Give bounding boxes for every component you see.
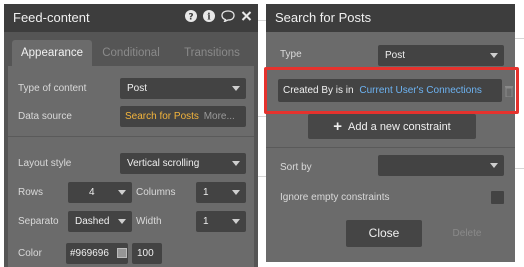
search-editor-panel: Search for Posts Type Post Created By is… [266, 4, 515, 262]
columns-dropdown[interactable]: 1 [196, 182, 246, 203]
tab-conditional[interactable]: Conditional [92, 40, 170, 66]
separator-value: Dashed [75, 216, 110, 227]
highlight-box [264, 67, 519, 114]
panel-title: Feed-content [13, 10, 90, 25]
rows-value: 4 [89, 187, 95, 198]
property-editor-panel: Feed-content ? i Appearance Conditional … [4, 4, 258, 267]
separator-dropdown[interactable]: Dashed [68, 211, 132, 232]
data-source-value: Search for Posts [125, 111, 199, 122]
chevron-down-icon [232, 161, 240, 166]
type-of-content-label: Type of content [18, 83, 87, 94]
comment-icon[interactable] [221, 10, 235, 22]
type-of-content-value: Post [127, 83, 148, 94]
plus-icon: + [333, 118, 343, 135]
color-label: Color [18, 248, 42, 259]
sort-by-dropdown[interactable] [378, 155, 504, 176]
color-swatch[interactable] [117, 248, 127, 258]
add-constraint-button[interactable]: + Add a new constraint [308, 114, 476, 139]
close-button[interactable]: Close [346, 220, 422, 247]
panel-title-bar[interactable]: Feed-content ? i [4, 4, 258, 32]
chevron-down-icon [232, 219, 240, 224]
width-value: 1 [203, 216, 209, 227]
canvas-line [515, 38, 524, 39]
tab-bar: Appearance Conditional Transitions [4, 40, 258, 66]
color-opacity-input[interactable]: 100 [132, 243, 162, 264]
width-label: Width [136, 216, 162, 227]
appearance-tab-content: Type of content Post Data source Search … [8, 66, 254, 267]
layout-style-dropdown[interactable]: Vertical scrolling [120, 153, 246, 174]
columns-label: Columns [136, 187, 176, 198]
svg-text:?: ? [188, 13, 193, 23]
layout-style-value: Vertical scrolling [127, 158, 200, 169]
type-value: Post [385, 50, 406, 61]
chevron-down-icon [118, 219, 126, 224]
ignore-empty-checkbox[interactable] [491, 191, 504, 204]
rows-dropdown[interactable]: 4 [68, 182, 132, 203]
ignore-empty-label: Ignore empty constraints [280, 192, 390, 203]
rows-label: Rows [18, 187, 44, 198]
color-hex-value: #969696 [70, 248, 109, 259]
canvas-line [258, 20, 266, 21]
tab-transitions[interactable]: Transitions [170, 40, 254, 66]
help-icon[interactable]: ? [185, 10, 197, 22]
chevron-down-icon [118, 190, 126, 195]
chevron-down-icon [232, 86, 240, 91]
layout-style-label: Layout style [18, 158, 72, 169]
chevron-down-icon [490, 53, 498, 58]
canvas-line [258, 116, 266, 117]
svg-text:i: i [207, 13, 211, 23]
chevron-down-icon [232, 190, 240, 195]
width-dropdown[interactable]: 1 [196, 211, 246, 232]
divider [266, 147, 515, 148]
canvas-line [515, 168, 524, 169]
info-icon[interactable]: i [203, 10, 215, 22]
columns-value: 1 [203, 187, 209, 198]
tab-appearance[interactable]: Appearance [12, 40, 92, 66]
panel-title: Search for Posts [275, 10, 372, 25]
sort-by-label: Sort by [280, 162, 312, 173]
divider [8, 136, 254, 137]
delete-button[interactable]: Delete [429, 220, 505, 247]
type-label: Type [280, 49, 302, 60]
canvas-line [258, 176, 266, 177]
type-dropdown[interactable]: Post [378, 45, 504, 66]
panel-title-bar[interactable]: Search for Posts [266, 4, 515, 32]
type-of-content-dropdown[interactable]: Post [120, 78, 246, 99]
close-icon[interactable] [241, 10, 252, 22]
data-source-field[interactable]: Search for Posts More... [120, 106, 246, 127]
data-source-label: Data source [18, 111, 72, 122]
add-constraint-label: Add a new constraint [348, 121, 451, 133]
separator-label: Separato [18, 216, 59, 227]
data-source-more-link[interactable]: More... [204, 111, 235, 122]
color-opacity-value: 100 [137, 248, 154, 259]
chevron-down-icon [490, 163, 498, 168]
